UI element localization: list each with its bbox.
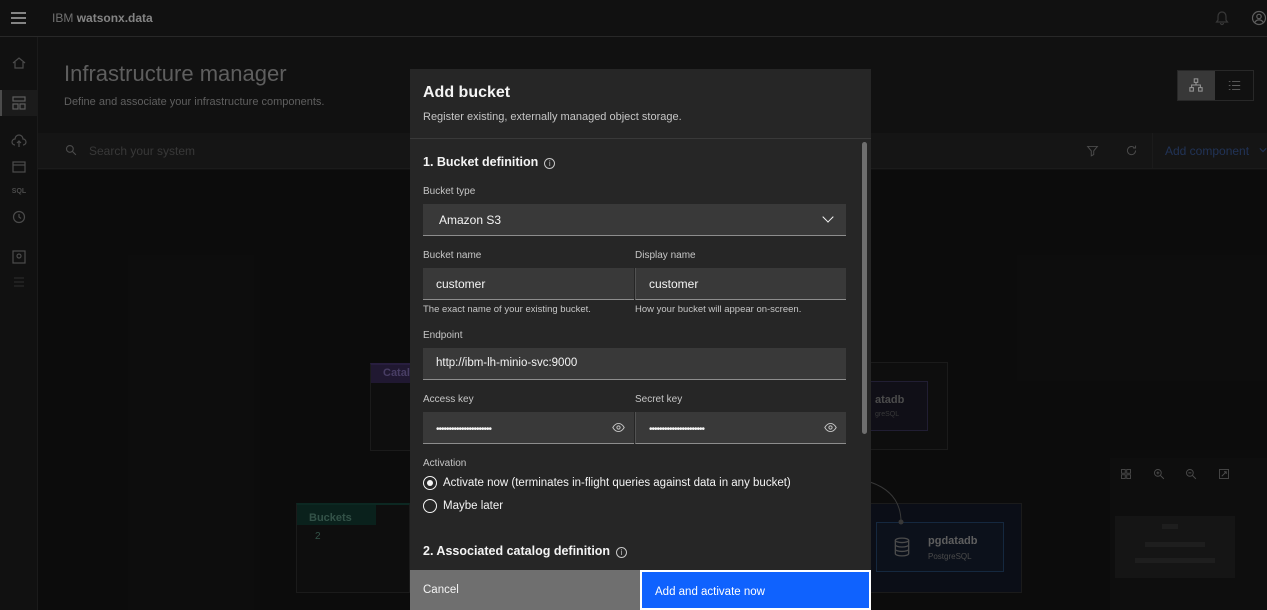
display-name-label: Display name: [635, 250, 696, 261]
bucket-type-label: Bucket type: [423, 186, 476, 197]
modal-body: 1. Bucket definition i Bucket type Amazon…: [410, 139, 871, 570]
section-title: 2. Associated catalog definition: [423, 544, 611, 558]
endpoint-label: Endpoint: [423, 330, 463, 341]
modal-footer: Cancel Add and activate now: [410, 570, 871, 610]
display-name-input[interactable]: customer: [635, 268, 846, 300]
modal-subtitle: Register existing, externally managed ob…: [423, 111, 682, 123]
modal-title: Add bucket: [423, 84, 511, 101]
maybe-later-radio[interactable]: [423, 499, 437, 513]
bucket-name-label: Bucket name: [423, 250, 482, 261]
access-key-value: ••••••••••••••••••••••: [436, 424, 492, 435]
show-password-icon[interactable]: [612, 422, 625, 433]
info-icon[interactable]: i: [616, 547, 628, 558]
bucket-name-input[interactable]: customer: [423, 268, 634, 300]
info-icon[interactable]: i: [544, 158, 556, 169]
bucket-name-helper: The exact name of your existing bucket.: [423, 304, 591, 315]
modal-scrollbar[interactable]: [862, 142, 867, 434]
add-and-activate-button[interactable]: Add and activate now: [640, 570, 871, 610]
activate-now-label[interactable]: Activate now (terminates in-flight queri…: [443, 477, 791, 489]
activation-label: Activation: [423, 458, 467, 469]
secret-key-label: Secret key: [635, 394, 683, 405]
cancel-button[interactable]: Cancel: [410, 570, 640, 610]
secret-key-value: ••••••••••••••••••••••: [649, 424, 705, 435]
endpoint-input[interactable]: http://ibm-lh-minio-svc:9000: [423, 348, 846, 380]
access-key-label: Access key: [423, 394, 474, 405]
activate-now-radio[interactable]: [423, 476, 437, 490]
display-name-helper: How your bucket will appear on-screen.: [635, 304, 802, 315]
access-key-input[interactable]: ••••••••••••••••••••••: [423, 412, 634, 444]
section-bucket-definition: 1. Bucket definition i: [423, 155, 556, 169]
secret-key-input[interactable]: ••••••••••••••••••••••: [635, 412, 846, 444]
bucket-type-value: Amazon S3: [439, 213, 502, 227]
section-associated-catalog: 2. Associated catalog definition i: [423, 544, 628, 558]
bucket-type-select[interactable]: Amazon S3: [423, 204, 846, 236]
show-password-icon[interactable]: [824, 422, 837, 433]
chevron-down-icon: [822, 211, 834, 223]
section-title: 1. Bucket definition: [423, 155, 539, 169]
add-bucket-modal: Add bucket Register existing, externally…: [410, 69, 871, 610]
maybe-later-label[interactable]: Maybe later: [443, 500, 503, 512]
